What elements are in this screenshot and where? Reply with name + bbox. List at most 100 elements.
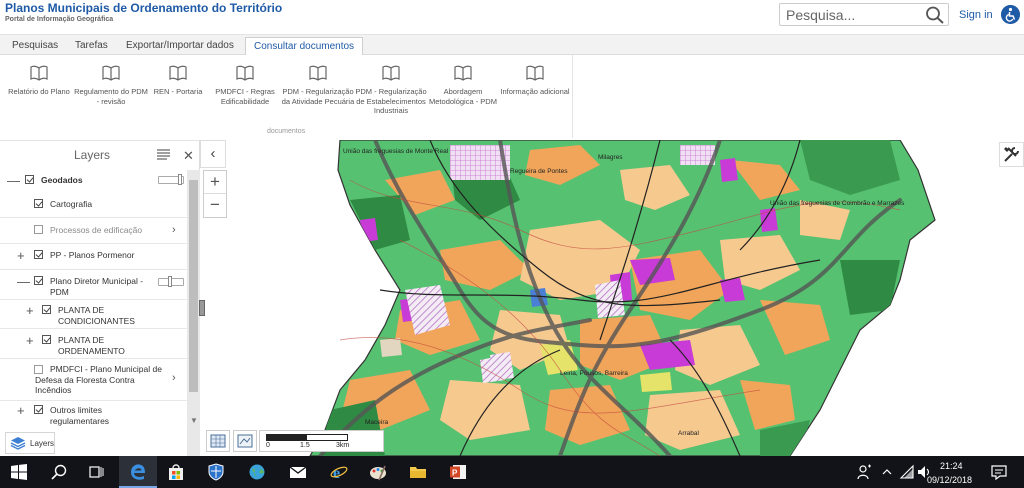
scale-label: 0 [266, 442, 270, 449]
layer-checkbox[interactable] [34, 225, 43, 234]
collapse-panel-button[interactable]: ‹ [200, 140, 226, 168]
ribbon-button-label: Informação adicional [500, 87, 570, 96]
mail-icon[interactable] [284, 460, 312, 484]
globe-app-icon[interactable] [243, 460, 271, 484]
map-grid-icon [210, 434, 226, 448]
expand-icon[interactable]: + [26, 304, 34, 317]
paint-icon[interactable] [364, 460, 392, 484]
expand-icon[interactable]: + [17, 404, 25, 417]
layer-label: Outros limites regulamentares [50, 405, 110, 426]
collapse-icon[interactable]: — [17, 275, 30, 288]
search-input[interactable] [780, 4, 922, 25]
scale-label: 1.5 [300, 442, 310, 449]
layer-checkbox[interactable] [42, 335, 51, 344]
layer-checkbox[interactable] [25, 175, 34, 184]
search-icon[interactable] [45, 460, 73, 484]
layer-row-geodados[interactable]: — Geodados [0, 174, 187, 194]
pdm-regularizacao-industriais-button[interactable]: PDM - Regularização de Estabelecimentos … [354, 65, 428, 116]
powerpoint-icon[interactable]: P [444, 460, 472, 484]
tab-exportar-importar[interactable]: Exportar/Importar dados [118, 37, 242, 55]
layer-row-planos-pormenor[interactable]: + PP - Planos Pormenor [0, 249, 187, 269]
security-shield-icon[interactable] [202, 460, 230, 484]
layer-row-outros-limites[interactable]: + Outros limites regulamentares [0, 404, 187, 428]
layers-tab-button[interactable]: Layers [5, 432, 55, 454]
close-icon[interactable]: ✕ [183, 148, 194, 164]
svg-text:P: P [452, 469, 458, 478]
layer-row-pdm[interactable]: — Plano Diretor Municipal - PDM [0, 275, 187, 299]
map-view[interactable]: União das freguesias de Monte Real União… [200, 140, 1024, 456]
layers-panel-title: Layers [74, 148, 111, 162]
file-explorer-icon[interactable] [404, 460, 432, 484]
layer-row-planta-condicionantes[interactable]: + PLANTA DE CONDICIONANTES [0, 304, 187, 328]
basemap-button[interactable] [233, 430, 257, 452]
opacity-slider-knob[interactable] [178, 174, 182, 185]
search-icon[interactable] [925, 6, 945, 24]
zoom-in-button[interactable]: + [204, 171, 226, 194]
ribbon-group-label: documentos [267, 128, 306, 135]
book-icon [169, 65, 187, 81]
map-canvas [309, 140, 936, 456]
overview-button[interactable] [206, 430, 230, 452]
layer-row-pmdfci[interactable]: PMDFCI - Plano Municipal de Defesa da Fl… [0, 363, 187, 399]
ribbon-button-label: Relatório do Plano [8, 87, 70, 96]
map-place-label: Leiria, Pousos, Barreira [560, 370, 628, 377]
edge-browser-icon[interactable] [124, 460, 152, 484]
map-layers-icon [237, 434, 253, 448]
zoom-control: + − [203, 170, 227, 218]
layer-row-planta-ordenamento[interactable]: + PLANTA DE ORDENAMENTO [0, 334, 187, 358]
layer-row-processos-edificacao[interactable]: Processos de edificação › [0, 221, 187, 243]
layers-icon [10, 437, 26, 450]
row-divider [0, 217, 187, 218]
clock-date[interactable]: 09/12/2018 [927, 475, 972, 485]
scale-label: 3km [336, 442, 350, 449]
task-view-icon[interactable] [82, 460, 110, 484]
ren-portaria-button[interactable]: REN - Portaria [141, 65, 215, 97]
clock-time[interactable]: 21:24 [940, 461, 963, 471]
sign-in-link[interactable]: Sign in [959, 9, 993, 21]
zoom-out-button[interactable]: − [204, 194, 226, 217]
chevron-right-icon[interactable]: › [172, 372, 176, 384]
layer-checkbox[interactable] [34, 199, 43, 208]
pmdfci-regras-button[interactable]: PMDFCI - Regras Edificabilidade [208, 65, 282, 106]
store-icon[interactable] [162, 460, 190, 484]
chevron-right-icon[interactable]: › [172, 224, 176, 236]
scale-bar: 0 1.5 3km [259, 430, 384, 452]
book-icon [102, 65, 120, 81]
book-icon [236, 65, 254, 81]
tab-consultar-documentos[interactable]: Consultar documentos [245, 37, 364, 57]
menu-icon[interactable] [157, 149, 170, 160]
layer-label: PMDFCI - Plano Municipal de Defesa da Fl… [35, 364, 162, 395]
app-title[interactable]: Planos Municipais de Ordenamento do Terr… [5, 1, 282, 15]
tab-pesquisas[interactable]: Pesquisas [4, 37, 66, 55]
internet-explorer-icon[interactable]: e [325, 460, 353, 484]
pdm-regularizacao-pecuaria-button[interactable]: PDM - Regularização da Atividade Pecuári… [281, 65, 355, 106]
expand-icon[interactable]: + [17, 249, 25, 262]
tab-tarefas[interactable]: Tarefas [67, 37, 116, 55]
layer-checkbox[interactable] [42, 305, 51, 314]
informacao-adicional-button[interactable]: Informação adicional [498, 65, 572, 97]
taskbar: e P 21:24 09/12/2018 [0, 456, 1024, 488]
layers-tab-label: Layers [30, 439, 55, 448]
abordagem-metodologica-button[interactable]: Abordagem Metodológica - PDM [426, 65, 500, 106]
layers-scrollbar-thumb[interactable] [189, 180, 198, 392]
tools-button[interactable] [999, 142, 1024, 167]
layer-label: Cartografia [50, 199, 93, 209]
layer-checkbox[interactable] [34, 250, 43, 259]
opacity-slider-knob[interactable] [168, 276, 172, 287]
ribbon-button-label: PDM - Regularização da Atividade Pecuári… [281, 87, 355, 106]
layer-label: Processos de edificação [50, 225, 143, 235]
windows-start-icon[interactable] [5, 460, 33, 484]
scroll-down-icon[interactable]: ▼ [190, 416, 198, 425]
layer-checkbox[interactable] [34, 405, 43, 414]
regulamento-pdm-button[interactable]: Regulamento do PDM - revisão [74, 65, 148, 106]
expand-icon[interactable]: + [26, 334, 34, 347]
row-divider [0, 358, 187, 359]
collapse-icon[interactable]: — [7, 174, 20, 187]
panel-resize-handle[interactable] [199, 300, 205, 316]
notifications-icon[interactable] [985, 460, 1013, 484]
relatorio-plano-button[interactable]: Relatório do Plano [2, 65, 76, 97]
accessibility-icon[interactable] [1001, 5, 1020, 24]
layer-row-cartografia[interactable]: Cartografia [0, 198, 187, 218]
layer-checkbox[interactable] [34, 276, 43, 285]
book-icon [454, 65, 472, 81]
